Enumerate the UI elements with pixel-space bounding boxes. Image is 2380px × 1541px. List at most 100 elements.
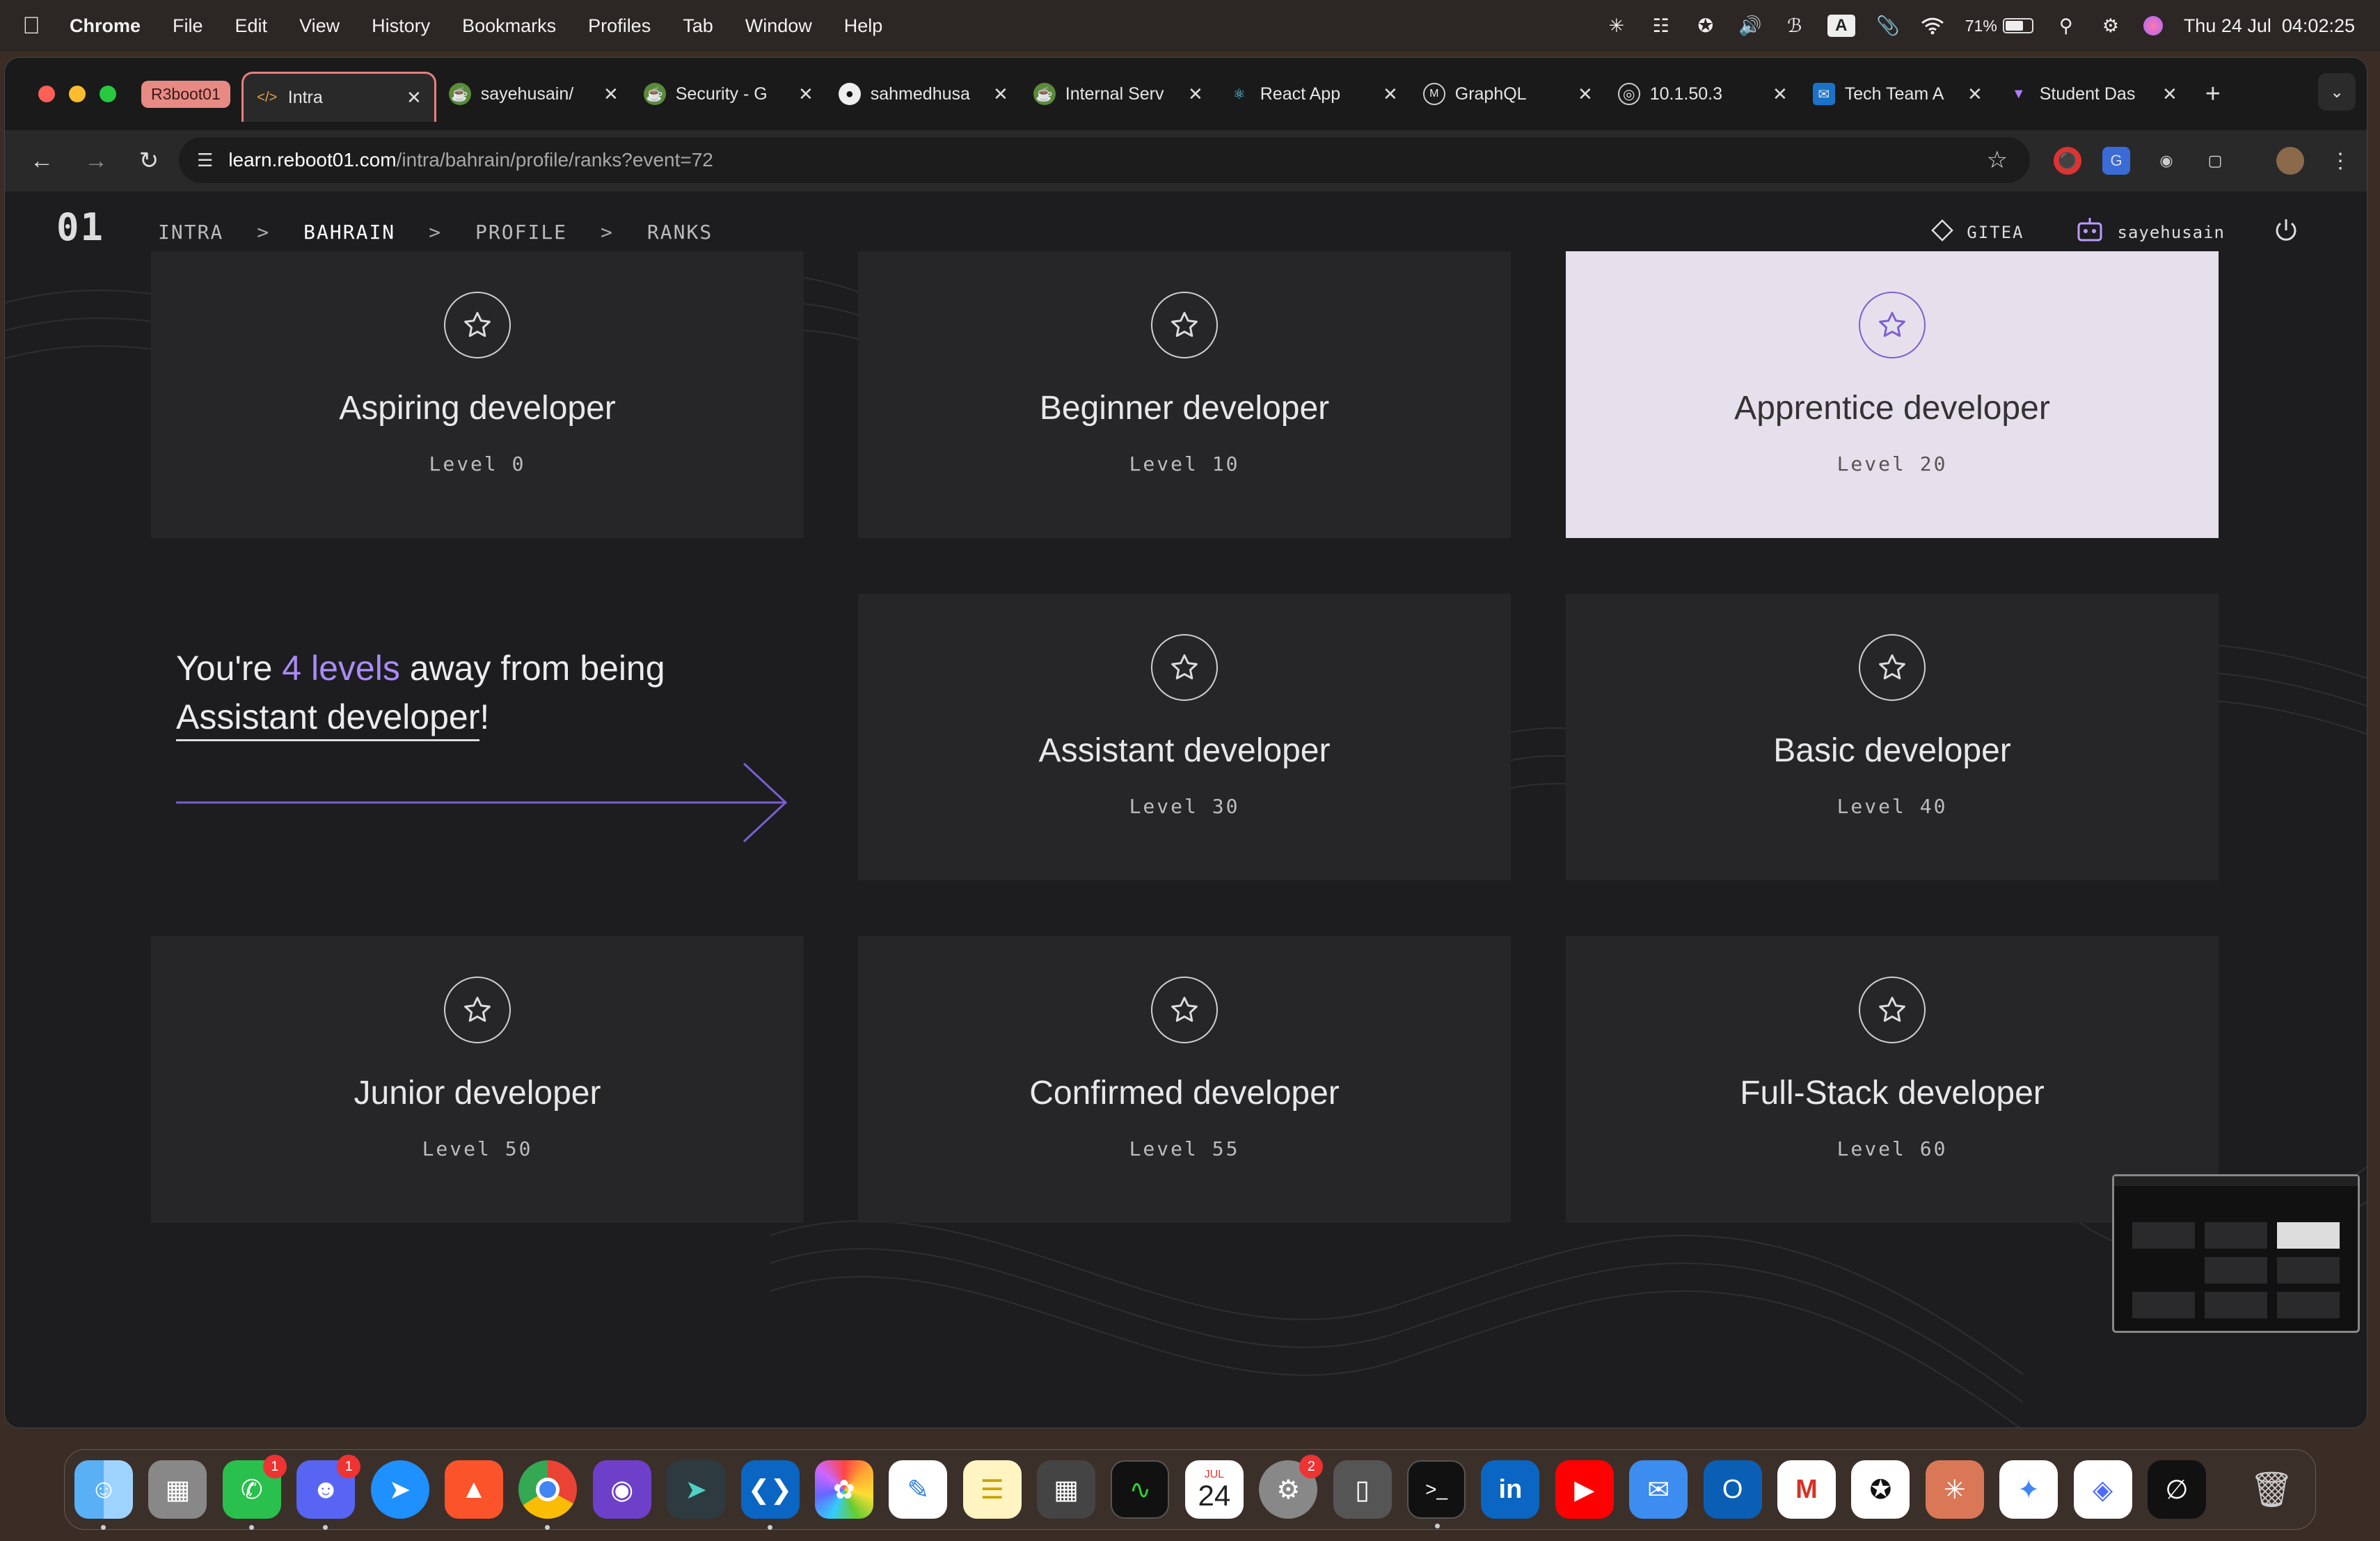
menu-app-name[interactable]: Chrome [70,15,141,37]
claude-icon[interactable]: ✳ [1925,1460,1984,1519]
breadcrumb-profile[interactable]: PROFILE [475,221,567,244]
more-menu-icon[interactable]: ⋮ [2326,147,2354,175]
spotlight-search-icon[interactable]: ⚲ [2054,14,2078,38]
close-tab-icon[interactable]: ✕ [798,84,814,105]
zoom-window-button[interactable] [100,86,116,102]
vscode-icon[interactable]: ❮❯ [740,1460,800,1530]
tab-internal-serv[interactable]: ☕ Internal Serv ✕ [1021,70,1216,118]
tab-ip[interactable]: ◎ 10.1.50.3 ✕ [1605,70,1800,118]
breadcrumb-bahrain[interactable]: BAHRAIN [303,221,395,244]
calculator-icon[interactable]: ▦ [1037,1460,1096,1519]
reload-icon[interactable]: ↻ [138,147,159,175]
extension-icon[interactable]: ◉ [2152,147,2180,175]
screenshot-thumbnail[interactable] [2112,1174,2360,1333]
tab-intra[interactable]: </> Intra ✕ [241,72,436,122]
menu-tab[interactable]: Tab [683,15,713,37]
menu-window[interactable]: Window [745,15,812,37]
site-settings-icon[interactable]: ☰ [197,150,213,171]
close-tab-icon[interactable]: ✕ [1188,84,1203,105]
extensions-puzzle-icon[interactable]: ▢ [2201,147,2229,175]
new-tab-button[interactable]: + [2205,79,2221,109]
close-tab-icon[interactable]: ✕ [1967,84,1983,105]
rank-card-junior[interactable]: Junior developer Level 50 [151,936,804,1223]
discord-icon[interactable]: ☻ 1 [296,1455,361,1530]
chatgpt-icon[interactable]: ✪ [1851,1460,1910,1519]
gmail-icon[interactable]: M [1777,1460,1836,1519]
chatgpt-status-icon[interactable]: ✪ [1694,14,1717,38]
terminal-icon[interactable]: >_ [1407,1460,1466,1528]
tab-group-label[interactable]: R3boot01 [141,80,230,108]
tab-react-app[interactable]: ⚛ React App ✕ [1216,70,1411,118]
menu-edit[interactable]: Edit [235,15,268,37]
close-tab-icon[interactable]: ✕ [603,84,619,105]
rank-card-basic[interactable]: Basic developer Level 40 [1566,594,2219,880]
address-bar[interactable]: ☰ learn.reboot01.com/intra/bahrain/profi… [179,137,2030,183]
breadcrumb-ranks[interactable]: RANKS [647,221,713,244]
close-tab-icon[interactable]: ✕ [406,87,422,109]
calendar-icon[interactable]: JUL 24 [1184,1460,1244,1519]
username-link[interactable]: sayehusain [2118,223,2226,242]
close-tab-icon[interactable]: ✕ [2162,84,2177,105]
translate-extension-icon[interactable]: G [2102,147,2130,175]
rank-card-apprentice-current[interactable]: Apprentice developer Level 20 [1566,251,2219,538]
github-desktop-icon[interactable]: ◉ [592,1460,651,1519]
tab-graphql[interactable]: M GraphQL ✕ [1411,70,1605,118]
airpods-icon[interactable]: ☷ [1649,14,1673,38]
tab-sahmedhusa[interactable]: ● sahmedhusa ✕ [826,70,1021,118]
clock[interactable]: Thu 24 Jul 04:02:25 [2184,15,2355,37]
trash-icon[interactable]: 🗑 [2242,1460,2301,1519]
logout-power-icon[interactable] [2272,216,2300,248]
rank-card-aspiring[interactable]: Aspiring developer Level 0 [151,251,804,538]
menu-view[interactable]: View [299,15,340,37]
brave-icon[interactable]: ▲ [444,1460,503,1519]
youtube-icon[interactable]: ▶ [1555,1460,1614,1519]
tab-security[interactable]: ☕ Security - G ✕ [631,70,826,118]
menu-history[interactable]: History [372,15,430,37]
close-window-button[interactable] [38,86,55,102]
bookmark-star-icon[interactable]: ☆ [1987,146,2008,174]
chrome-icon[interactable] [518,1460,578,1530]
profile-avatar-icon[interactable] [2276,147,2304,175]
gemini-icon[interactable]: ✦ [1999,1460,2058,1519]
photos-icon[interactable]: ✿ [814,1460,873,1519]
mail-icon[interactable]: ✉ [1629,1460,1688,1519]
battery-indicator[interactable]: 71% [1965,17,2033,35]
forward-arrow-icon[interactable]: → [84,148,108,175]
tab-search-chevron-icon[interactable]: ⌄ [2318,73,2356,111]
menu-bookmarks[interactable]: Bookmarks [462,15,556,37]
close-tab-icon[interactable]: ✕ [1383,84,1398,105]
close-tab-icon[interactable]: ✕ [993,84,1008,105]
outlook-icon[interactable]: O [1703,1460,1762,1519]
perplexity-icon[interactable]: ∅ [2147,1460,2206,1519]
input-source-icon[interactable]: A [1827,15,1855,37]
whatsapp-icon[interactable]: ✆ 1 [222,1455,287,1530]
freeform-icon[interactable]: ✎ [889,1460,948,1519]
rank-card-assistant[interactable]: Assistant developer Level 30 [858,594,1511,880]
menu-help[interactable]: Help [844,15,883,37]
menu-file[interactable]: File [173,15,203,37]
breadcrumb-intra[interactable]: INTRA [158,221,223,244]
apple-menu-icon[interactable]:  [21,13,42,40]
site-logo[interactable]: 01 [56,205,104,249]
rank-card-confirmed[interactable]: Confirmed developer Level 55 [858,936,1511,1223]
notes-icon[interactable]: ☰ [962,1460,1022,1519]
close-tab-icon[interactable]: ✕ [1578,84,1593,105]
menu-profiles[interactable]: Profiles [588,15,651,37]
launchpad-icon[interactable]: ▦ [148,1460,207,1519]
paperclip-icon[interactable]: 📎 [1876,14,1900,38]
safari-icon[interactable]: ➤ [370,1460,429,1519]
deepseek-icon[interactable]: ◈ [2073,1460,2132,1519]
claude-status-icon[interactable]: ✳ [1605,14,1628,38]
adblock-extension-icon[interactable]: ⚫ [2054,147,2081,175]
rank-card-beginner[interactable]: Beginner developer Level 10 [858,251,1511,538]
control-center-icon[interactable]: ⚙ [2099,14,2123,38]
tab-sayehusain[interactable]: ☕ sayehusain/ ✕ [436,70,631,118]
tab-student-dash[interactable]: ▼ Student Das ✕ [1995,70,2190,118]
terminal-arrow-app-icon[interactable]: ➤ [667,1460,726,1519]
siri-icon[interactable] [2143,16,2163,35]
linkedin-icon[interactable]: in [1481,1460,1540,1519]
finder-icon[interactable]: ☺ [74,1460,133,1530]
volume-icon[interactable]: 🔊 [1738,14,1762,38]
system-settings-icon[interactable]: ⚙ 2 [1259,1455,1324,1519]
activity-monitor-icon[interactable]: ∿ [1111,1460,1170,1519]
